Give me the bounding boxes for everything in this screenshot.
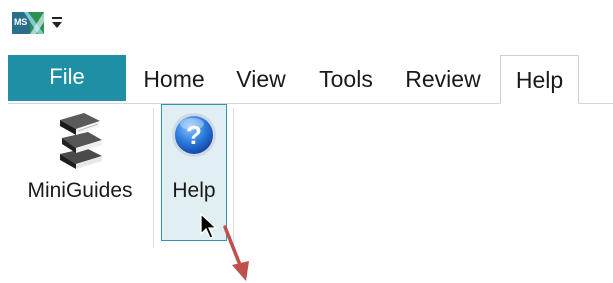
tab-file[interactable]: File xyxy=(8,55,126,101)
tab-home[interactable]: Home xyxy=(134,55,214,103)
ribbon-panel: MiniGuides ? Help xyxy=(8,104,613,249)
miniguides-button[interactable]: MiniGuides xyxy=(12,104,148,244)
tab-help[interactable]: Help xyxy=(500,55,579,104)
tab-tools[interactable]: Tools xyxy=(309,55,383,103)
ribbon-separator xyxy=(153,108,154,248)
help-label: Help xyxy=(172,179,216,202)
quick-access-toolbar: MS xyxy=(12,10,64,36)
tab-review[interactable]: Review xyxy=(397,55,489,103)
annotation-arrow-icon xyxy=(223,225,249,281)
caret-down-icon[interactable] xyxy=(50,12,64,34)
tab-view[interactable]: View xyxy=(226,55,296,103)
miniguides-label: MiniGuides xyxy=(27,179,133,202)
mouse-cursor-icon xyxy=(200,213,218,239)
ribbon-tab-strip: File Home View Tools Review Help xyxy=(8,55,613,104)
app-logo-text: MS xyxy=(14,17,27,27)
help-question-icon: ? xyxy=(172,113,216,157)
app-logo: MS xyxy=(12,12,44,34)
books-icon xyxy=(60,113,102,169)
svg-text:?: ? xyxy=(186,120,202,150)
